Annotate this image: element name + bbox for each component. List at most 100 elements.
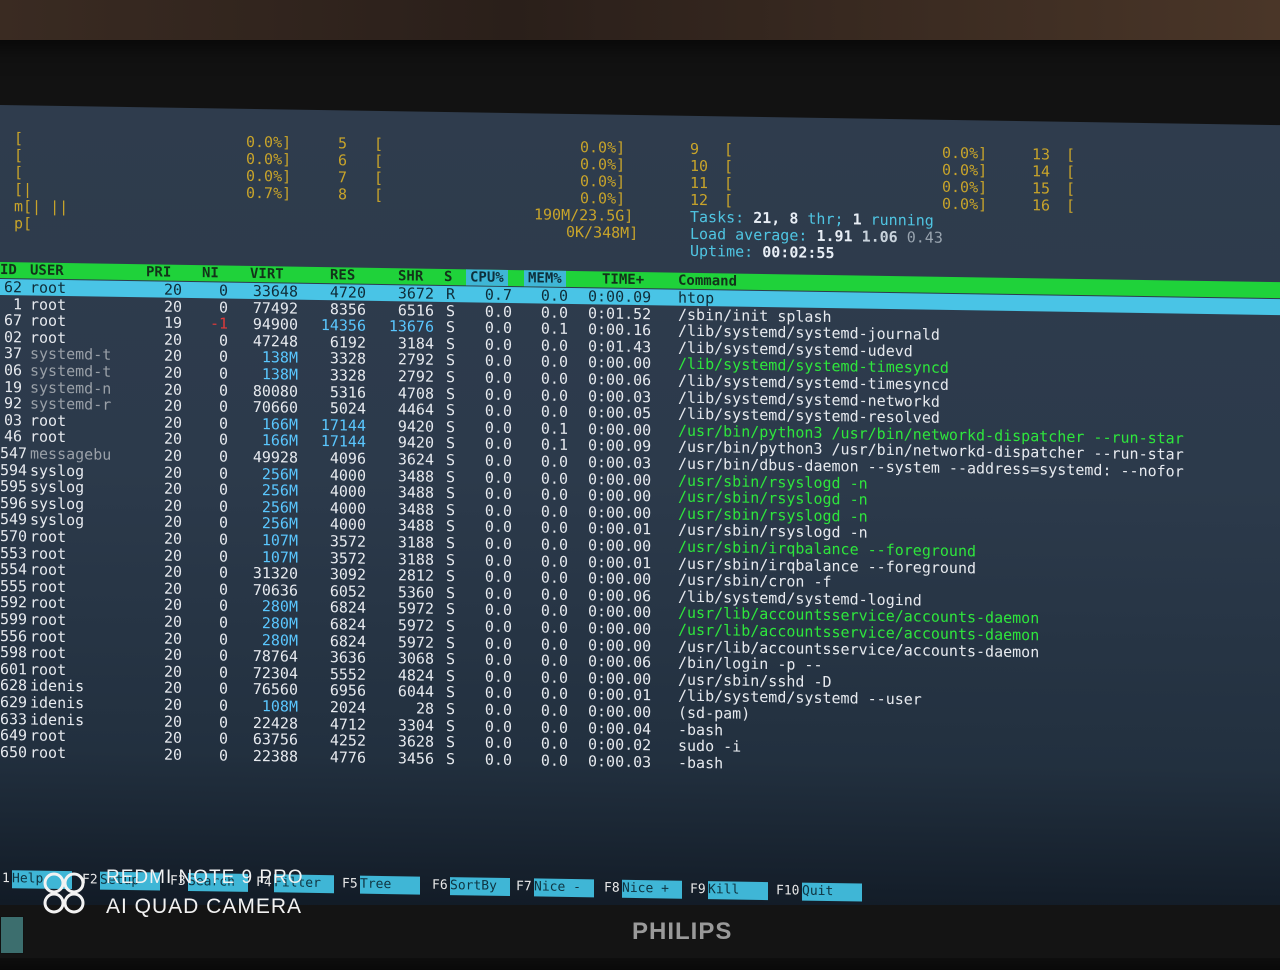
column-pri-header[interactable]: PRI <box>146 264 171 280</box>
column-shr-header[interactable]: SHR <box>398 268 423 284</box>
cell-mem: 0.0 <box>540 751 568 770</box>
meter-col7-1: 14 <box>1032 162 1051 181</box>
cell-virt: 76560 <box>252 680 298 700</box>
cell-shr: 6044 <box>397 682 434 702</box>
meter-col7-0: 13 <box>1032 145 1051 164</box>
cell-pri: 20 <box>163 512 182 532</box>
cell-res: 3328 <box>329 366 366 385</box>
cell-shr: 6516 <box>397 300 434 320</box>
cell-ni: 0 <box>218 381 228 400</box>
cell-time: 0:00.16 <box>588 320 652 340</box>
cell-pid: 03 <box>3 410 22 430</box>
monitor-brand-logo: PHILIPS <box>632 918 733 945</box>
cell-ni: 0 <box>218 447 228 466</box>
cell-time: 0:00.00 <box>588 353 652 373</box>
cell-user: root <box>30 627 67 646</box>
cell-time: 0:00.09 <box>588 436 652 456</box>
column-user-header[interactable]: USER <box>30 262 64 279</box>
cell-pri: 20 <box>163 363 182 382</box>
cell-ni: -1 <box>209 314 228 333</box>
meter-col6-1: 0.0%] <box>942 160 988 180</box>
cell-pid: 555 <box>0 576 28 596</box>
cell-virt: 70660 <box>252 398 298 417</box>
cell-res: 6192 <box>329 332 366 352</box>
column-s-header[interactable]: S <box>444 269 452 285</box>
cell-virt: 72304 <box>252 663 298 683</box>
cell-cpu: 0.0 <box>484 567 512 587</box>
column-id-header[interactable]: ID <box>0 262 17 278</box>
cell-pri: 20 <box>163 695 182 714</box>
cell-pid: 67 <box>3 311 22 330</box>
cell-user: root <box>30 278 67 298</box>
cell-s: S <box>446 683 456 702</box>
fkey-quit-button[interactable]: Quit <box>802 882 862 902</box>
column-virt-header[interactable]: VIRT <box>250 266 284 283</box>
fkey-1: 1 <box>2 871 10 887</box>
cell-pri: 20 <box>163 380 182 399</box>
cell-s: S <box>446 301 456 320</box>
fkey-sortby-button[interactable]: SortBy <box>450 877 510 897</box>
cell-pid: 649 <box>0 726 28 745</box>
cell-shr: 4464 <box>397 400 434 420</box>
fkey-tree-button[interactable]: Tree <box>360 875 420 895</box>
cell-ni: 0 <box>218 480 228 499</box>
cell-s: S <box>446 666 456 685</box>
cell-time: 0:00.01 <box>588 685 652 705</box>
cell-virt: 70636 <box>252 580 298 600</box>
cell-res: 4712 <box>329 714 366 734</box>
cell-pri: 20 <box>163 463 182 482</box>
cell-user: syslog <box>30 494 85 514</box>
cell-shr: 9420 <box>397 417 434 436</box>
cell-mem: 0.0 <box>540 618 568 637</box>
cell-user: root <box>30 593 67 613</box>
cell-res: 3092 <box>329 565 366 584</box>
cell-cpu: 0.0 <box>484 534 512 554</box>
cell-mem: 0.0 <box>540 651 568 671</box>
fkey-nice-button[interactable]: Nice - <box>534 878 594 898</box>
cell-shr: 3188 <box>397 549 434 569</box>
cell-pid: 554 <box>0 560 28 579</box>
cell-virt: 77492 <box>252 298 298 318</box>
cell-cpu: 0.0 <box>484 468 512 487</box>
cell-virt: 138M <box>261 365 298 384</box>
cell-mem: 0.0 <box>540 303 568 322</box>
cell-res: 4000 <box>329 498 366 518</box>
column-res-header[interactable]: RES <box>330 267 355 283</box>
cell-cpu: 0.0 <box>484 451 512 471</box>
fkey-kill-button[interactable]: Kill <box>708 881 768 901</box>
fkey-f9: F9 <box>690 881 706 898</box>
column-time-header[interactable]: TIME+ <box>602 271 644 288</box>
cell-res: 6956 <box>329 681 366 701</box>
cell-pid: 599 <box>0 610 28 629</box>
cell-mem: 0.0 <box>540 386 568 405</box>
cell-pid: 598 <box>0 643 28 662</box>
column-mem-header[interactable]: MEM% <box>524 270 566 287</box>
cell-ni: 0 <box>218 530 228 549</box>
cell-pri: 20 <box>163 413 182 432</box>
cell-s: S <box>446 633 456 652</box>
meter-col7b-2: [ <box>1066 179 1076 198</box>
column-cpu-header[interactable]: CPU% <box>466 269 508 286</box>
meter-col2-2: 0.0%] <box>246 166 292 186</box>
cell-cmd: -bash <box>678 753 724 773</box>
cell-ni: 0 <box>218 497 228 516</box>
cell-shr: 3184 <box>397 334 434 353</box>
cell-mem: 0.0 <box>540 402 568 422</box>
cell-time: 0:01.52 <box>588 303 652 323</box>
cell-s: S <box>446 650 456 669</box>
column-command-header[interactable]: Command <box>678 273 737 290</box>
cell-mem: 0.1 <box>540 435 568 455</box>
cell-time: 0:00.00 <box>588 503 652 523</box>
cell-ni: 0 <box>218 696 228 715</box>
cell-res: 4000 <box>329 482 366 501</box>
meter-col5-2: 11 <box>690 173 709 193</box>
column-ni-header[interactable]: NI <box>202 265 219 281</box>
meter-col4-0: 0.0%] <box>580 138 626 157</box>
cell-user: systemd-r <box>30 394 112 414</box>
meter-col7b-3: [ <box>1066 196 1076 215</box>
cell-virt: 107M <box>261 531 298 550</box>
fkey-nice-button[interactable]: Nice + <box>622 879 682 899</box>
cell-virt: 256M <box>261 497 298 517</box>
cell-cmd: -bash <box>678 720 724 739</box>
cell-ni: 0 <box>218 513 228 532</box>
